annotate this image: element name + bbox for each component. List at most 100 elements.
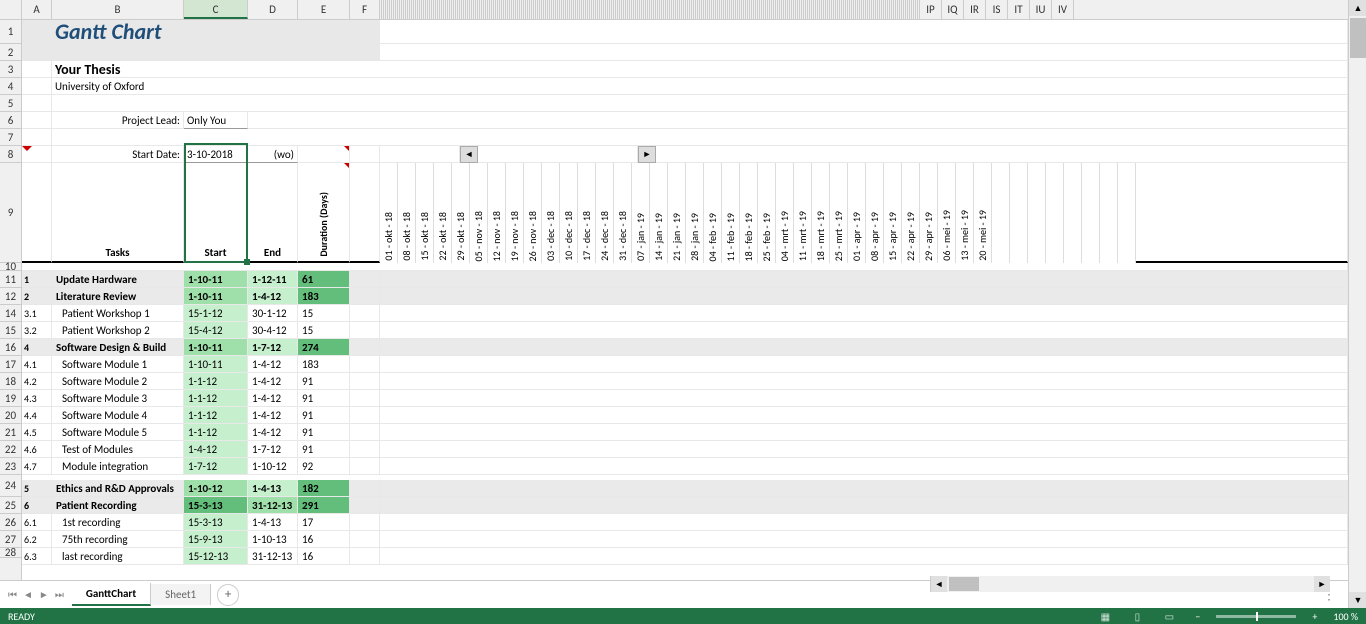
task-row[interactable]: 4.3Software Module 31-1-121-4-1291 (22, 390, 1348, 407)
row-10[interactable]: 10 (0, 263, 21, 271)
row-8[interactable]: 8 (0, 146, 21, 163)
col-IS[interactable]: IS (986, 0, 1008, 19)
col-IR[interactable]: IR (964, 0, 986, 19)
col-E[interactable]: E (298, 0, 350, 19)
date-col: 10 - dec - 18 (560, 163, 578, 263)
task-row[interactable]: 1Update Hardware1-10-111-12-1161 (22, 271, 1348, 288)
task-row[interactable]: 4.6Test of Modules1-4-121-7-1291 (22, 441, 1348, 458)
vertical-scrollbar[interactable]: ▲ ▼ (1348, 0, 1366, 608)
tab-sheet1[interactable]: Sheet1 (151, 584, 211, 605)
col-B[interactable]: B (52, 0, 184, 19)
task-start: 1-10-11 (184, 339, 248, 356)
task-row[interactable]: 5Ethics and R&D Approvals1-10-121-4-1318… (22, 480, 1348, 497)
row-15[interactable]: 15 (0, 322, 21, 339)
row-5[interactable]: 5 (0, 95, 21, 112)
add-sheet-button[interactable]: + (217, 584, 239, 606)
tab-prev-icon[interactable]: ◄ (23, 588, 33, 601)
task-row[interactable]: 4.5Software Module 51-1-121-4-1291 (22, 424, 1348, 441)
row-4[interactable]: 4 (0, 78, 21, 95)
spreadsheet-grid[interactable]: Gantt Chart Your Thesis University of Ox… (22, 20, 1348, 580)
task-row[interactable]: 3.1Patient Workshop 115-1-1230-1-1215 (22, 305, 1348, 322)
row-25[interactable]: 25 (0, 497, 21, 514)
row-11[interactable]: 11 (0, 271, 21, 288)
task-row[interactable]: 6Patient Recording15-3-1331-12-13291 (22, 497, 1348, 514)
task-num: 3.1 (22, 305, 52, 322)
date-label: 05 - nov - 18 (472, 209, 485, 263)
row-28[interactable]: 28 (0, 548, 21, 558)
task-row[interactable]: 2Literature Review1-10-111-4-12183 (22, 288, 1348, 305)
col-A[interactable]: A (22, 0, 52, 19)
tab-ganttchart[interactable]: GanttChart (72, 583, 151, 606)
row-23[interactable]: 23 (0, 458, 21, 475)
task-row[interactable]: 4.7Module integration1-7-121-10-1292 (22, 458, 1348, 475)
date-label: 22 - okt - 18 (436, 210, 449, 263)
row-17[interactable]: 17 (0, 356, 21, 373)
vscroll-up-icon[interactable]: ▲ (1349, 0, 1366, 16)
task-duration: 92 (298, 458, 350, 475)
task-start: 15-1-12 (184, 305, 248, 322)
row-1[interactable]: 1 (0, 20, 21, 44)
col-D[interactable]: D (248, 0, 298, 19)
tab-last-icon[interactable]: ⏭ (55, 588, 64, 601)
start-header: Start (204, 246, 226, 259)
row-12[interactable]: 12 (0, 288, 21, 305)
vscroll-thumb[interactable] (1350, 18, 1366, 58)
row-6[interactable]: 6 (0, 112, 21, 129)
task-row[interactable]: 3.2Patient Workshop 215-4-1230-4-1215 (22, 322, 1348, 339)
task-duration: 17 (298, 514, 350, 531)
col-C[interactable]: C (184, 0, 248, 19)
task-row[interactable]: 6.3last recording15-12-1331-12-1316 (22, 548, 1348, 565)
row-9[interactable]: 9 (0, 163, 21, 263)
task-num: 4.3 (22, 390, 52, 407)
view-page-icon[interactable]: ▯ (1127, 609, 1147, 623)
date-label: 29 - okt - 18 (454, 210, 467, 263)
row-7[interactable]: 7 (0, 129, 21, 146)
date-col: 20 - mei - 19 (974, 163, 992, 263)
vscroll-down-icon[interactable]: ▼ (1349, 592, 1366, 608)
hscroll-left-icon[interactable]: ◄ (931, 576, 947, 592)
task-row[interactable]: 4.2Software Module 21-1-121-4-1291 (22, 373, 1348, 390)
task-row[interactable]: 4Software Design & Build1-10-111-7-12274 (22, 339, 1348, 356)
task-num: 4.2 (22, 373, 52, 390)
col-F[interactable]: F (350, 0, 380, 19)
view-break-icon[interactable]: ▭ (1159, 609, 1179, 623)
col-IP[interactable]: IP (920, 0, 942, 19)
tab-first-icon[interactable]: ⏮ (8, 588, 17, 601)
date-col: 13 - mei - 19 (956, 163, 974, 263)
task-row[interactable]: 4.1Software Module 11-10-111-4-12183 (22, 356, 1348, 373)
zoom-slider[interactable] (1216, 615, 1296, 618)
row-26[interactable]: 26 (0, 514, 21, 531)
task-name: 75th recording (52, 531, 184, 548)
row-20[interactable]: 20 (0, 407, 21, 424)
row-16[interactable]: 16 (0, 339, 21, 356)
select-all-corner[interactable] (0, 0, 22, 19)
hscroll-right-icon[interactable]: ► (1314, 576, 1330, 592)
horizontal-scrollbar[interactable]: ◄ ► (930, 576, 1330, 592)
row-18[interactable]: 18 (0, 373, 21, 390)
hscroll-thumb[interactable] (949, 577, 979, 591)
col-IQ[interactable]: IQ (942, 0, 964, 19)
row-21[interactable]: 21 (0, 424, 21, 441)
date-col: 01 - okt - 18 (380, 163, 398, 263)
scroll-right-icon[interactable]: ► (638, 146, 656, 163)
row-3[interactable]: 3 (0, 61, 21, 78)
task-duration: 91 (298, 424, 350, 441)
tab-next-icon[interactable]: ► (39, 588, 49, 601)
task-end: 1-4-13 (248, 514, 298, 531)
col-IT[interactable]: IT (1008, 0, 1030, 19)
col-IU[interactable]: IU (1030, 0, 1052, 19)
row-24[interactable]: 24 (0, 475, 21, 497)
task-row[interactable]: 6.11st recording15-3-131-4-1317 (22, 514, 1348, 531)
zoom-out-button[interactable]: − (1191, 610, 1204, 623)
row-14[interactable]: 14 (0, 305, 21, 322)
task-row[interactable]: 4.4Software Module 41-1-121-4-1291 (22, 407, 1348, 424)
zoom-in-button[interactable]: + (1308, 610, 1321, 623)
task-row[interactable]: 6.275th recording15-9-131-10-1316 (22, 531, 1348, 548)
scroll-left-icon[interactable]: ◄ (460, 146, 478, 163)
view-normal-icon[interactable]: ▦ (1095, 609, 1115, 623)
col-IV[interactable]: IV (1052, 0, 1074, 19)
date-label: 14 - jan - 19 (652, 211, 665, 263)
row-19[interactable]: 19 (0, 390, 21, 407)
row-2[interactable]: 2 (0, 44, 21, 61)
row-22[interactable]: 22 (0, 441, 21, 458)
